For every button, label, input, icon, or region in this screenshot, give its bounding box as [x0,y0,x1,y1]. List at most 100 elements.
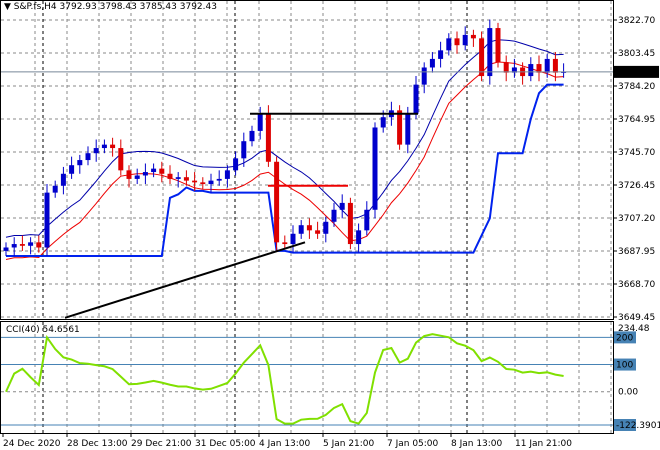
cci-line [5,333,564,425]
candle-body [28,242,34,246]
price-tick-label: 3803.45 [618,49,655,59]
price-tick-label: 3784.20 [618,82,655,92]
price-tick-label: 3822.70 [618,16,655,26]
current-price-label: 3792.43 [618,68,655,78]
candle-body [274,161,280,243]
trend-line [64,241,306,319]
time-label: 7 Jan 05:00 [387,439,439,449]
candle-body [298,225,304,234]
price-pane-border [0,0,614,320]
candle-body [44,192,50,248]
chart-canvas[interactable]: 3822.70 3803.45 3784.20 3764.95 3745.70 3726.… [0,0,660,450]
time-label: 31 Dec 05:00 [195,439,256,449]
price-tick-label: 3764.95 [618,115,655,125]
candle-body [93,148,99,154]
symbol-label: S&P.fs,H4 [13,2,57,12]
candle-body [126,170,132,179]
candle-body [159,168,165,174]
candle-body [282,242,288,245]
time-label: 5 Jan 21:00 [323,439,375,449]
candle-body [356,230,362,245]
candle-body [151,168,157,173]
candle-body [446,38,452,51]
candle-body [110,144,116,149]
price-tick-label: 3649.45 [618,313,655,323]
candle-body [536,64,542,73]
candle-body [249,130,255,142]
candle-body [224,170,230,179]
candle-body [454,38,460,46]
candle-body [552,58,558,73]
cci-level-label: 200 [616,333,633,343]
candle-body [241,141,247,159]
candle-body [183,177,189,181]
candle-body [3,247,9,251]
candle-body [175,177,181,179]
candle-body [462,34,468,46]
time-label: 4 Jan 13:00 [259,439,311,449]
candle-body [372,127,378,210]
candle-body [118,148,124,171]
candle-body [413,84,419,114]
candle-body [60,173,66,186]
candle-body [69,165,75,174]
header-arrow[interactable]: ▼ [4,2,11,12]
price-tick-label: 3745.70 [618,148,655,158]
candle-body [101,144,107,149]
chart-header: ▼ S&P.fs,H4 3792.93 3798.43 3785.43 3792… [4,2,217,12]
candle-body [11,244,17,248]
candle-body [19,244,25,246]
candle-body [216,178,222,181]
lower-band-line [5,61,564,260]
time-label: 8 Jan 13:00 [451,439,503,449]
candle-body [405,113,411,145]
candle-body [200,182,206,185]
ohlc-values: 3792.93 3798.43 3785.43 3792.43 [59,2,217,12]
candle-body [528,64,534,77]
candle-body [421,67,427,85]
candle-body [429,58,435,68]
cci-label: CCI(40) 54.6561 [6,325,80,335]
candle-body [315,230,321,234]
candle-body [167,173,173,179]
time-label: 24 Dec 2020 [3,439,61,449]
candle-body [85,153,91,161]
candle-body [331,209,337,222]
candle-body [364,209,370,231]
cci-level-label: 100 [616,361,633,371]
candle-body [397,110,403,145]
support-step-line [6,83,564,258]
candle-body [503,62,509,73]
candle-body [438,50,444,59]
chart-window[interactable]: 3822.70 3803.45 3784.20 3764.95 3745.70 3726.… [0,0,660,450]
cci-min-label: -122.3901 [616,421,660,431]
candle-body [339,202,345,210]
candle-body [487,28,493,77]
candle-body [208,180,214,185]
price-tick-label: 3687.95 [618,247,655,257]
candle-body [36,242,42,248]
candle-body [77,160,83,166]
candle-body [134,175,140,179]
candle-body [347,202,353,245]
cci-pane-border [0,321,614,434]
candle-body [257,113,263,131]
candle-body [380,117,386,128]
candle-body [306,225,312,231]
candle-body [495,28,501,63]
candle-body [192,180,198,183]
time-label: 11 Jan 21:00 [515,439,572,449]
price-tick-label: 3668.70 [618,280,655,290]
cci-level-label: 0.00 [618,388,638,398]
time-label: 28 Dec 13:00 [67,439,128,449]
candle-body [290,233,296,245]
price-tick-label: 3707.20 [618,214,655,224]
price-tick-label: 3726.45 [618,181,655,191]
candle-body [142,172,148,176]
candle-body [265,113,271,162]
candle-body [52,185,58,193]
time-label: 29 Dec 21:00 [131,439,192,449]
candle-body [233,158,239,171]
candle-body [544,58,550,73]
candle-body [470,34,476,39]
